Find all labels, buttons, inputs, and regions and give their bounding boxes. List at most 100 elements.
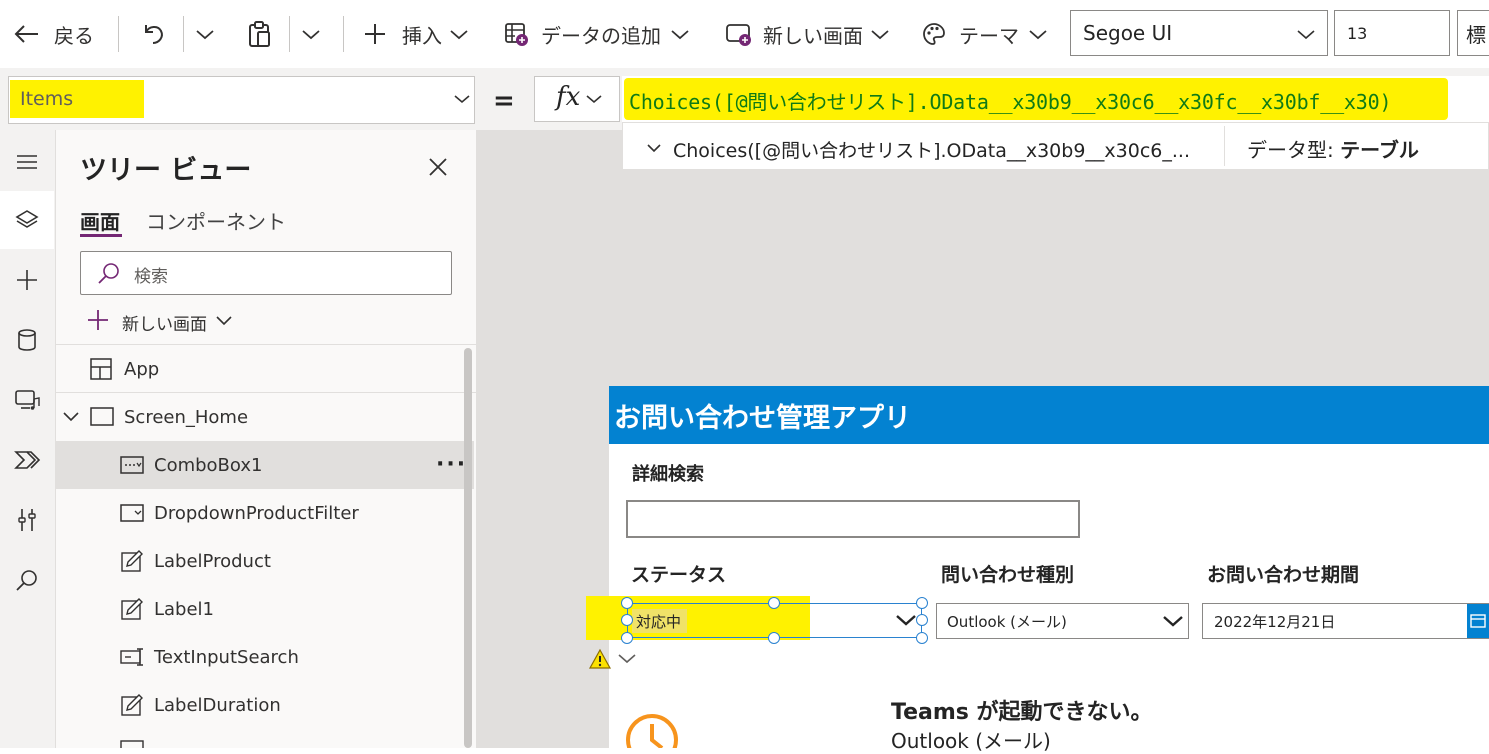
inquiry-date-value: 2022年12月21日 xyxy=(1214,613,1336,631)
tree-view-title: ツリー ビュー xyxy=(80,155,252,186)
resize-handle[interactable] xyxy=(621,632,633,644)
chevron-down-icon[interactable] xyxy=(214,312,234,330)
plus-icon xyxy=(365,24,385,44)
media-icon xyxy=(15,390,40,410)
status-label: ステータス xyxy=(631,564,727,586)
close-icon[interactable] xyxy=(427,156,449,178)
search-tab[interactable] xyxy=(0,551,54,609)
chevron-down-icon[interactable] xyxy=(452,90,472,108)
theme-button[interactable]: テーマ xyxy=(921,14,1049,54)
resize-handle[interactable] xyxy=(916,632,928,644)
formula-result-preview[interactable]: Choices([@問い合わせリスト].OData__x30b9__x30c6_… xyxy=(673,136,1190,163)
tree-scrollbar[interactable] xyxy=(464,348,472,748)
tree-item-text-input-search[interactable]: TextInputSearch xyxy=(56,633,464,681)
chevron-down-icon[interactable] xyxy=(645,140,663,156)
tree-item-label: LabelDuration xyxy=(154,695,281,716)
calendar-button[interactable] xyxy=(1467,604,1489,638)
back-button[interactable]: 戻る xyxy=(12,14,94,54)
font-family-value: Segoe UI xyxy=(1083,21,1173,45)
undo-button[interactable] xyxy=(140,14,168,54)
chevron-down-icon[interactable] xyxy=(584,90,604,108)
chevron-down-icon[interactable] xyxy=(616,650,638,668)
resize-handle[interactable] xyxy=(768,597,780,609)
tree-item-combobox1[interactable]: ComboBox1 xyxy=(56,441,464,489)
paste-button[interactable] xyxy=(246,14,274,54)
data-type-label: データ型: xyxy=(1247,138,1334,162)
label-icon xyxy=(121,550,143,572)
insert-button[interactable]: 挿入 xyxy=(362,14,470,54)
detail-search-input[interactable] xyxy=(626,500,1080,538)
undo-dropdown-button[interactable] xyxy=(192,14,218,54)
status-combobox-value: 対応中 xyxy=(636,613,682,631)
tree-view-tab[interactable] xyxy=(0,191,54,249)
chevron-down-icon xyxy=(302,30,320,40)
plus-icon xyxy=(17,270,37,290)
toolbar-divider xyxy=(289,16,290,52)
formula-text[interactable]: Choices([@問い合わせリスト].OData__x30b9__x30c6_… xyxy=(629,86,1391,115)
tools-icon xyxy=(18,509,36,531)
insert-label: 挿入 xyxy=(402,23,442,48)
tree-item-label: LabelProduct xyxy=(154,551,271,572)
tab-components[interactable]: コンポーネント xyxy=(146,206,286,235)
toolbar-divider xyxy=(183,16,184,52)
tree-item-label1[interactable]: Label1 xyxy=(56,585,464,633)
chevron-down-icon xyxy=(1029,30,1047,40)
insert-tab[interactable] xyxy=(0,251,54,309)
resize-handle[interactable] xyxy=(916,597,928,609)
tree-item-label-product[interactable]: LabelProduct xyxy=(56,537,464,585)
data-type-value: テーブル xyxy=(1340,138,1419,162)
palette-icon xyxy=(923,23,945,45)
text-input-icon xyxy=(120,648,143,666)
font-size-value: 13 xyxy=(1347,23,1368,43)
canvas-area xyxy=(476,130,622,170)
app-icon xyxy=(90,358,112,380)
new-screen-button[interactable]: 新しい画面 xyxy=(725,14,891,54)
date-picker-icon xyxy=(120,740,144,748)
tab-screens[interactable]: 画面 xyxy=(80,206,120,235)
chevron-down-icon xyxy=(1297,30,1315,40)
power-automate-tab[interactable] xyxy=(0,431,54,489)
resize-handle[interactable] xyxy=(621,614,633,626)
hamburger-button[interactable] xyxy=(0,133,54,191)
paste-dropdown-button[interactable] xyxy=(298,14,324,54)
resize-handle[interactable] xyxy=(916,614,928,626)
advanced-tools-tab[interactable] xyxy=(0,491,54,549)
font-family-dropdown[interactable]: Segoe UI xyxy=(1070,10,1328,56)
resize-handle[interactable] xyxy=(768,632,780,644)
chevron-down-icon[interactable] xyxy=(62,409,80,425)
search-placeholder: 検索 xyxy=(134,267,168,287)
tree-item-dropdown-product-filter[interactable]: DropdownProductFilter xyxy=(56,489,464,537)
add-data-button[interactable]: データの追加 xyxy=(503,14,691,54)
back-arrow-icon xyxy=(14,25,38,43)
table-add-icon xyxy=(505,23,528,46)
label-icon xyxy=(121,598,143,620)
toolbar-divider xyxy=(343,16,344,52)
combobox-icon xyxy=(120,456,144,474)
plus-icon[interactable] xyxy=(86,308,110,332)
tree-item-label: Screen_Home xyxy=(124,407,249,428)
tree-item-label: DropdownProductFilter xyxy=(154,503,359,524)
data-tab[interactable] xyxy=(0,311,54,369)
tree-item-screen-home[interactable]: Screen_Home xyxy=(56,393,464,441)
more-options-button[interactable]: ··· xyxy=(436,452,467,477)
dropdown-icon xyxy=(120,504,144,522)
tree-new-screen-button[interactable]: 新しい画面 xyxy=(122,310,207,335)
chevron-down-icon xyxy=(196,30,214,40)
tree-item-label: TextInputSearch xyxy=(154,647,299,668)
tree-item-label: App xyxy=(124,359,160,380)
toolbar-divider xyxy=(118,16,119,52)
tree-item-app[interactable]: App xyxy=(56,345,464,393)
divider xyxy=(1224,126,1225,166)
tree-item-label-duration[interactable]: LabelDuration xyxy=(56,681,464,729)
active-tab-indicator xyxy=(80,234,122,237)
media-tab[interactable] xyxy=(0,371,54,429)
clock-icon xyxy=(626,714,678,748)
warning-icon[interactable] xyxy=(588,648,612,670)
app-title: お問い合わせ管理アプリ xyxy=(614,403,911,434)
chevron-down-icon xyxy=(671,30,689,40)
font-weight-dropdown[interactable]: 標 xyxy=(1457,10,1489,56)
resize-handle[interactable] xyxy=(621,597,633,609)
font-size-input[interactable]: 13 xyxy=(1334,10,1450,56)
search-icon xyxy=(16,570,37,591)
chevron-down-icon[interactable] xyxy=(1161,611,1185,631)
